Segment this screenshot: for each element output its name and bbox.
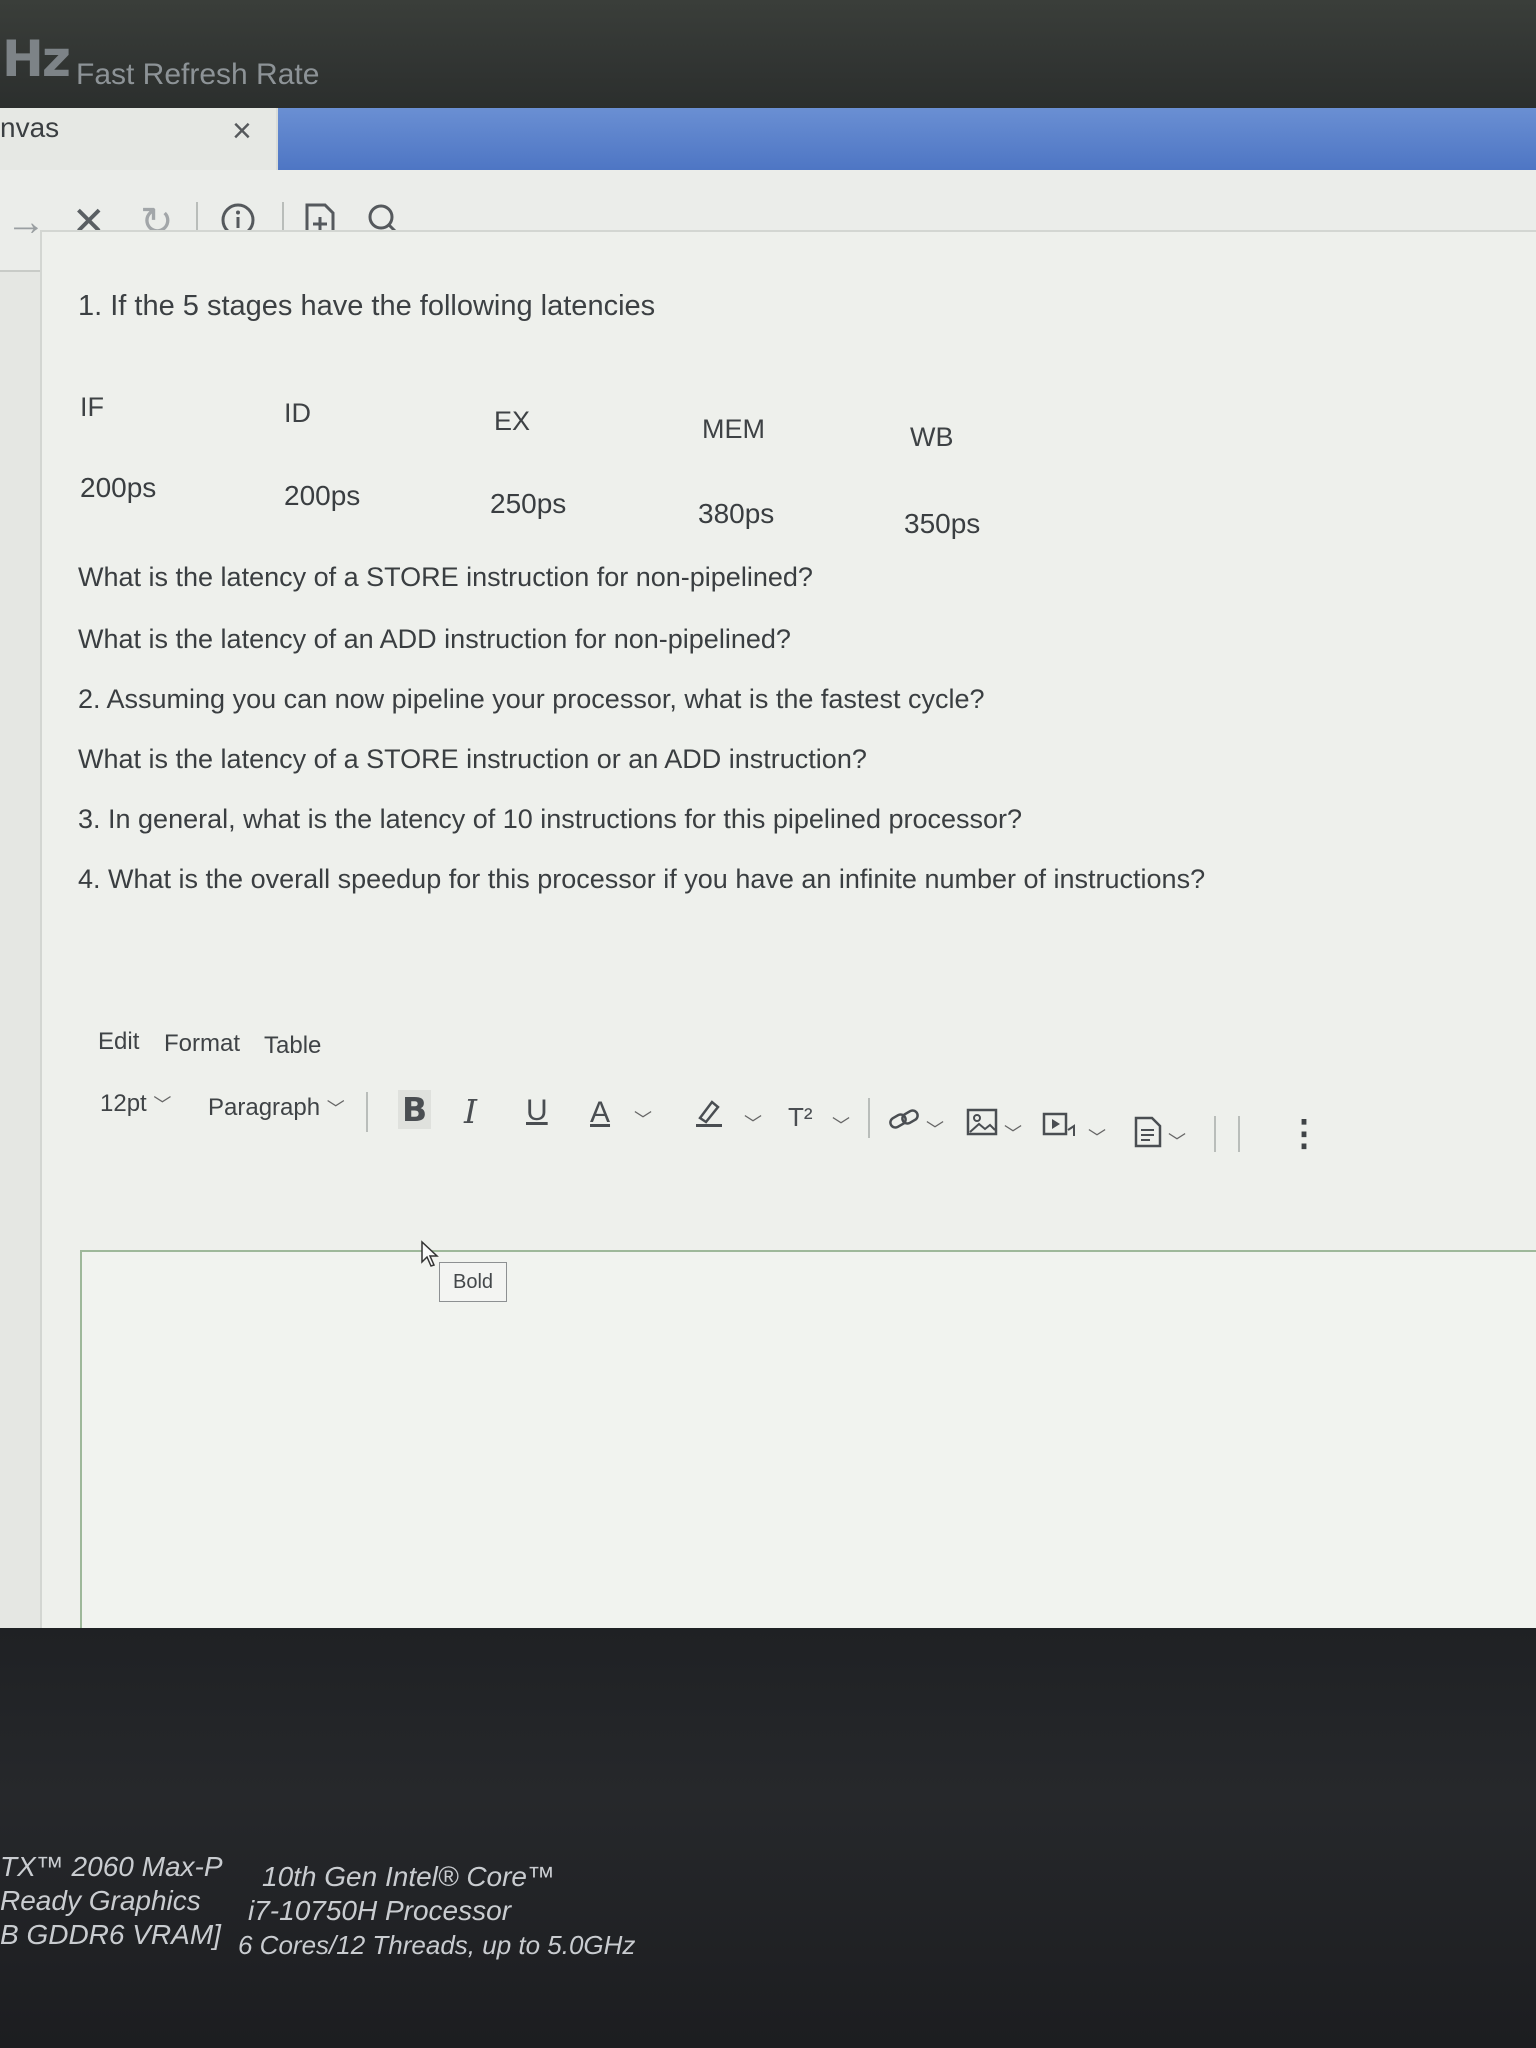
- question-intro: 1. If the 5 stages have the following la…: [78, 290, 656, 322]
- rich-text-editor[interactable]: [80, 1250, 1536, 1628]
- chevron-down-icon[interactable]: ﹀: [1088, 1124, 1106, 1150]
- question-line: 3. In general, what is the latency of 10…: [78, 804, 1023, 834]
- media-icon[interactable]: [1042, 1112, 1076, 1145]
- toolbar-separator: [1238, 1116, 1240, 1152]
- tab-title: nvas: [0, 112, 60, 143]
- font-size-value: 12pt: [100, 1090, 147, 1117]
- toolbar-separator: [868, 1098, 870, 1138]
- latency-value: 200ps: [284, 480, 361, 511]
- superscript-icon[interactable]: T²: [788, 1102, 813, 1133]
- stage-label: IF: [80, 392, 104, 422]
- block-format-value: Paragraph: [208, 1094, 321, 1121]
- highlight-icon[interactable]: [692, 1096, 726, 1133]
- laptop-bezel-top: Hz Fast Refresh Rate: [0, 0, 1536, 110]
- cpu-sticker: 10th Gen Intel® Core™ i7-10750H Processo…: [238, 1860, 635, 1962]
- bold-icon[interactable]: B: [398, 1090, 432, 1129]
- document-icon[interactable]: [1134, 1116, 1162, 1153]
- menu-format[interactable]: Format: [164, 1030, 240, 1058]
- font-size-select[interactable]: 12pt ﹀: [100, 1090, 171, 1118]
- latency-value: 380ps: [698, 498, 775, 529]
- stage-label: EX: [494, 406, 531, 436]
- cpu-line: 6 Cores/12 Threads, up to 5.0GHz: [238, 1930, 636, 1960]
- gpu-sticker: TX™ 2060 Max-P Ready Graphics B GDDR6 VR…: [0, 1850, 223, 1952]
- underline-icon[interactable]: U: [526, 1094, 548, 1128]
- stage-label: ID: [284, 398, 311, 428]
- gpu-line: TX™ 2060 Max-P: [0, 1851, 223, 1882]
- block-format-select[interactable]: Paragraph ﹀: [208, 1094, 345, 1122]
- chevron-down-icon[interactable]: ﹀: [634, 1106, 652, 1132]
- question-line: What is the latency of a STORE instructi…: [78, 562, 813, 592]
- hz-logo: Hz: [2, 30, 71, 88]
- page-content: 1. If the 5 stages have the following la…: [40, 230, 1536, 1628]
- cpu-line: i7-10750H Processor: [248, 1895, 512, 1926]
- laptop-bezel-bottom: TX™ 2060 Max-P Ready Graphics B GDDR6 VR…: [0, 1628, 1536, 2048]
- cursor-icon: [420, 1240, 440, 1273]
- text-color-icon[interactable]: A: [590, 1096, 610, 1130]
- gpu-line: Ready Graphics: [0, 1885, 201, 1916]
- latency-value: 200ps: [80, 472, 157, 503]
- chevron-down-icon[interactable]: ﹀: [1168, 1128, 1186, 1154]
- chevron-down-icon: ﹀: [153, 1095, 172, 1115]
- tab-bar: nvas ×: [0, 108, 1536, 170]
- menu-edit[interactable]: Edit: [98, 1028, 139, 1056]
- menu-table[interactable]: Table: [264, 1032, 321, 1060]
- browser-tab[interactable]: nvas ×: [0, 108, 276, 170]
- close-tab-icon[interactable]: ×: [232, 112, 252, 151]
- image-icon[interactable]: [966, 1108, 998, 1141]
- toolbar-separator: [1214, 1116, 1216, 1152]
- tab-bar-background: [278, 108, 1536, 170]
- stage-label: WB: [910, 422, 954, 452]
- latency-value: 250ps: [490, 488, 567, 519]
- chevron-down-icon[interactable]: ﹀: [1004, 1120, 1022, 1146]
- more-options-icon[interactable]: ⋮: [1286, 1115, 1322, 1151]
- gpu-line: B GDDR6 VRAM]: [0, 1919, 221, 1950]
- link-icon[interactable]: [888, 1106, 922, 1139]
- toolbar-separator: [366, 1092, 368, 1132]
- chevron-down-icon[interactable]: ﹀: [926, 1116, 944, 1142]
- chevron-down-icon[interactable]: ﹀: [744, 1110, 762, 1136]
- latency-value: 350ps: [904, 508, 981, 539]
- screen: nvas × → ✕ ↻ 1. If the 5 stages have the…: [0, 108, 1536, 1628]
- bold-tooltip: Bold: [439, 1262, 507, 1302]
- refresh-rate-label: Fast Refresh Rate: [76, 58, 320, 91]
- cpu-line: 10th Gen Intel® Core™: [262, 1861, 556, 1892]
- question-line: What is the latency of a STORE instructi…: [78, 744, 867, 774]
- chevron-down-icon[interactable]: ﹀: [832, 1112, 850, 1138]
- question-line: 2. Assuming you can now pipeline your pr…: [78, 684, 985, 714]
- question-line: What is the latency of an ADD instructio…: [78, 624, 791, 654]
- stage-label: MEM: [702, 414, 765, 444]
- italic-icon[interactable]: I: [464, 1092, 477, 1131]
- question-line: 4. What is the overall speedup for this …: [78, 864, 1206, 894]
- chevron-down-icon: ﹀: [326, 1099, 345, 1119]
